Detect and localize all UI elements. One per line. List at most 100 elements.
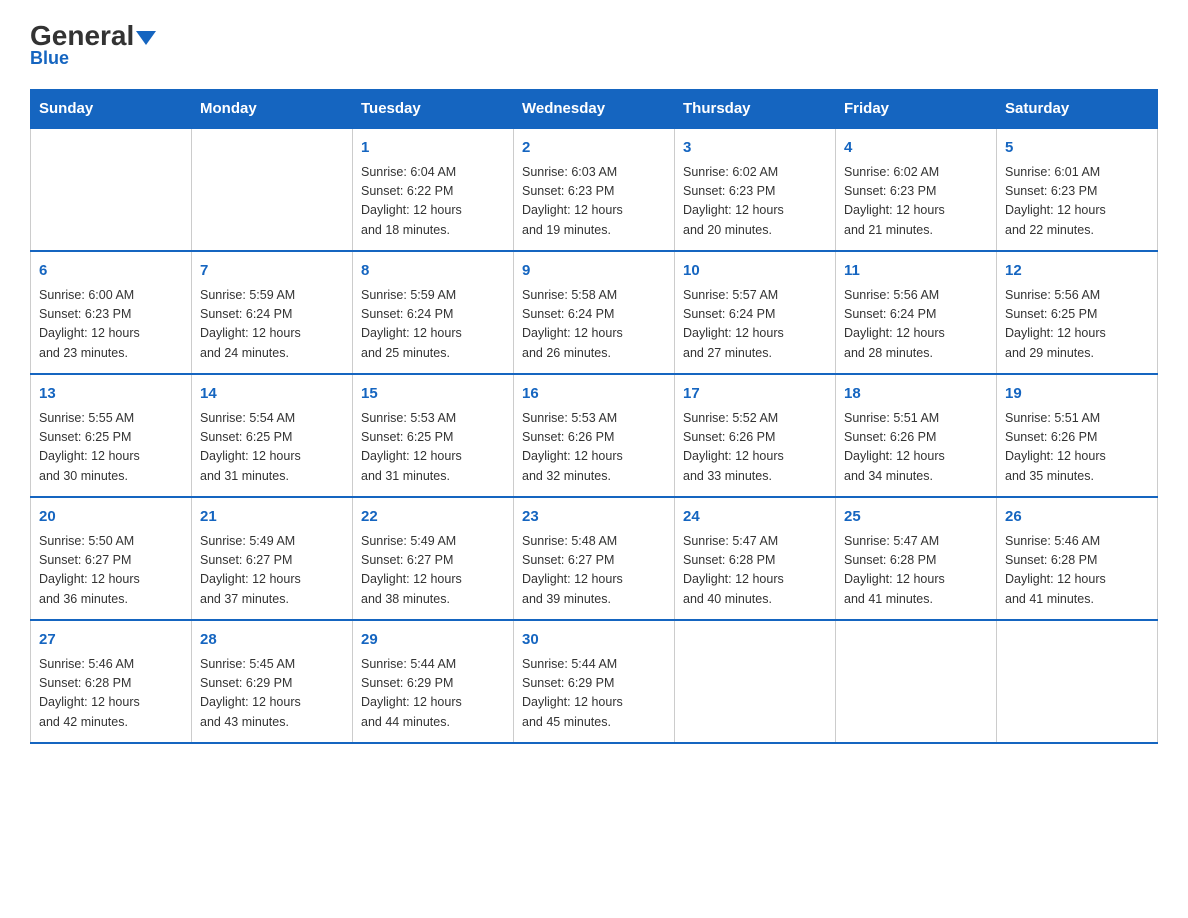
day-number: 16 xyxy=(522,383,666,406)
day-info: Sunrise: 5:46 AM Sunset: 6:28 PM Dayligh… xyxy=(1005,532,1149,610)
day-number: 19 xyxy=(1005,383,1149,406)
day-number: 21 xyxy=(200,506,344,529)
calendar-cell: 10 Sunrise: 5:57 AM Sunset: 6:24 PM Dayli… xyxy=(675,251,836,374)
day-info: Sunrise: 5:48 AM Sunset: 6:27 PM Dayligh… xyxy=(522,532,666,610)
calendar-cell: 16 Sunrise: 5:53 AM Sunset: 6:26 PM Dayli… xyxy=(514,374,675,497)
day-number: 24 xyxy=(683,506,827,529)
day-info: Sunrise: 5:46 AM Sunset: 6:28 PM Dayligh… xyxy=(39,655,183,733)
day-info: Sunrise: 5:47 AM Sunset: 6:28 PM Dayligh… xyxy=(683,532,827,610)
day-info: Sunrise: 6:02 AM Sunset: 6:23 PM Dayligh… xyxy=(683,163,827,241)
day-info: Sunrise: 5:56 AM Sunset: 6:25 PM Dayligh… xyxy=(1005,286,1149,364)
day-number: 6 xyxy=(39,260,183,283)
day-info: Sunrise: 5:59 AM Sunset: 6:24 PM Dayligh… xyxy=(361,286,505,364)
day-number: 12 xyxy=(1005,260,1149,283)
calendar-cell: 21 Sunrise: 5:49 AM Sunset: 6:27 PM Dayli… xyxy=(192,497,353,620)
day-info: Sunrise: 5:53 AM Sunset: 6:25 PM Dayligh… xyxy=(361,409,505,487)
day-number: 8 xyxy=(361,260,505,283)
calendar-cell: 2 Sunrise: 6:03 AM Sunset: 6:23 PM Daylig… xyxy=(514,128,675,251)
weekday-header-sunday: Sunday xyxy=(31,90,192,129)
day-info: Sunrise: 5:51 AM Sunset: 6:26 PM Dayligh… xyxy=(1005,409,1149,487)
day-number: 4 xyxy=(844,137,988,160)
day-number: 11 xyxy=(844,260,988,283)
day-number: 13 xyxy=(39,383,183,406)
calendar-cell: 15 Sunrise: 5:53 AM Sunset: 6:25 PM Dayli… xyxy=(353,374,514,497)
calendar-cell xyxy=(675,620,836,743)
calendar-cell xyxy=(836,620,997,743)
day-info: Sunrise: 5:47 AM Sunset: 6:28 PM Dayligh… xyxy=(844,532,988,610)
calendar-cell: 1 Sunrise: 6:04 AM Sunset: 6:22 PM Daylig… xyxy=(353,128,514,251)
day-number: 22 xyxy=(361,506,505,529)
calendar-week-row: 13 Sunrise: 5:55 AM Sunset: 6:25 PM Dayli… xyxy=(31,374,1158,497)
day-info: Sunrise: 5:51 AM Sunset: 6:26 PM Dayligh… xyxy=(844,409,988,487)
calendar-week-row: 27 Sunrise: 5:46 AM Sunset: 6:28 PM Dayli… xyxy=(31,620,1158,743)
day-info: Sunrise: 5:44 AM Sunset: 6:29 PM Dayligh… xyxy=(361,655,505,733)
day-number: 2 xyxy=(522,137,666,160)
day-info: Sunrise: 6:03 AM Sunset: 6:23 PM Dayligh… xyxy=(522,163,666,241)
calendar-week-row: 6Sunrise: 6:00 AM Sunset: 6:23 PM Daylig… xyxy=(31,251,1158,374)
day-number: 9 xyxy=(522,260,666,283)
calendar-cell: 6Sunrise: 6:00 AM Sunset: 6:23 PM Daylig… xyxy=(31,251,192,374)
day-info: Sunrise: 5:49 AM Sunset: 6:27 PM Dayligh… xyxy=(200,532,344,610)
calendar-cell: 12 Sunrise: 5:56 AM Sunset: 6:25 PM Dayli… xyxy=(997,251,1158,374)
day-info: Sunrise: 5:49 AM Sunset: 6:27 PM Dayligh… xyxy=(361,532,505,610)
calendar-cell: 27 Sunrise: 5:46 AM Sunset: 6:28 PM Dayli… xyxy=(31,620,192,743)
calendar-cell: 9 Sunrise: 5:58 AM Sunset: 6:24 PM Daylig… xyxy=(514,251,675,374)
day-number: 1 xyxy=(361,137,505,160)
day-info: Sunrise: 5:50 AM Sunset: 6:27 PM Dayligh… xyxy=(39,532,183,610)
logo: General Blue xyxy=(30,20,156,69)
day-info: Sunrise: 5:53 AM Sunset: 6:26 PM Dayligh… xyxy=(522,409,666,487)
calendar-cell: 28 Sunrise: 5:45 AM Sunset: 6:29 PM Dayli… xyxy=(192,620,353,743)
calendar-cell: 30 Sunrise: 5:44 AM Sunset: 6:29 PM Dayli… xyxy=(514,620,675,743)
day-number: 5 xyxy=(1005,137,1149,160)
calendar-cell: 13 Sunrise: 5:55 AM Sunset: 6:25 PM Dayli… xyxy=(31,374,192,497)
calendar-cell: 22 Sunrise: 5:49 AM Sunset: 6:27 PM Dayli… xyxy=(353,497,514,620)
day-number: 7 xyxy=(200,260,344,283)
calendar-cell xyxy=(997,620,1158,743)
day-number: 20 xyxy=(39,506,183,529)
day-info: Sunrise: 5:52 AM Sunset: 6:26 PM Dayligh… xyxy=(683,409,827,487)
day-info: Sunrise: 5:59 AM Sunset: 6:24 PM Dayligh… xyxy=(200,286,344,364)
day-number: 28 xyxy=(200,629,344,652)
day-info: Sunrise: 5:55 AM Sunset: 6:25 PM Dayligh… xyxy=(39,409,183,487)
logo-blue-text: Blue xyxy=(30,48,69,69)
day-number: 14 xyxy=(200,383,344,406)
weekday-header-wednesday: Wednesday xyxy=(514,90,675,129)
calendar-week-row: 1 Sunrise: 6:04 AM Sunset: 6:22 PM Daylig… xyxy=(31,128,1158,251)
calendar-cell: 11 Sunrise: 5:56 AM Sunset: 6:24 PM Dayli… xyxy=(836,251,997,374)
day-number: 3 xyxy=(683,137,827,160)
day-info: Sunrise: 5:56 AM Sunset: 6:24 PM Dayligh… xyxy=(844,286,988,364)
day-number: 25 xyxy=(844,506,988,529)
weekday-header-friday: Friday xyxy=(836,90,997,129)
calendar-cell: 24 Sunrise: 5:47 AM Sunset: 6:28 PM Dayli… xyxy=(675,497,836,620)
weekday-header-tuesday: Tuesday xyxy=(353,90,514,129)
calendar-cell: 19 Sunrise: 5:51 AM Sunset: 6:26 PM Dayli… xyxy=(997,374,1158,497)
day-info: Sunrise: 5:57 AM Sunset: 6:24 PM Dayligh… xyxy=(683,286,827,364)
day-info: Sunrise: 6:01 AM Sunset: 6:23 PM Dayligh… xyxy=(1005,163,1149,241)
calendar-cell xyxy=(31,128,192,251)
day-number: 26 xyxy=(1005,506,1149,529)
calendar-cell: 18 Sunrise: 5:51 AM Sunset: 6:26 PM Dayli… xyxy=(836,374,997,497)
weekday-header-thursday: Thursday xyxy=(675,90,836,129)
day-info: Sunrise: 5:54 AM Sunset: 6:25 PM Dayligh… xyxy=(200,409,344,487)
day-number: 17 xyxy=(683,383,827,406)
calendar-cell: 4Sunrise: 6:02 AM Sunset: 6:23 PM Daylig… xyxy=(836,128,997,251)
calendar-cell: 20 Sunrise: 5:50 AM Sunset: 6:27 PM Dayli… xyxy=(31,497,192,620)
calendar-cell: 3 Sunrise: 6:02 AM Sunset: 6:23 PM Daylig… xyxy=(675,128,836,251)
calendar-cell: 25 Sunrise: 5:47 AM Sunset: 6:28 PM Dayli… xyxy=(836,497,997,620)
day-number: 18 xyxy=(844,383,988,406)
logo-triangle-icon xyxy=(136,31,156,45)
day-info: Sunrise: 5:44 AM Sunset: 6:29 PM Dayligh… xyxy=(522,655,666,733)
day-number: 15 xyxy=(361,383,505,406)
day-number: 27 xyxy=(39,629,183,652)
calendar-cell: 29Sunrise: 5:44 AM Sunset: 6:29 PM Dayli… xyxy=(353,620,514,743)
day-info: Sunrise: 5:58 AM Sunset: 6:24 PM Dayligh… xyxy=(522,286,666,364)
calendar-cell: 8 Sunrise: 5:59 AM Sunset: 6:24 PM Daylig… xyxy=(353,251,514,374)
calendar-cell: 14 Sunrise: 5:54 AM Sunset: 6:25 PM Dayli… xyxy=(192,374,353,497)
calendar-header-row: SundayMondayTuesdayWednesdayThursdayFrid… xyxy=(31,90,1158,129)
day-info: Sunrise: 5:45 AM Sunset: 6:29 PM Dayligh… xyxy=(200,655,344,733)
day-number: 30 xyxy=(522,629,666,652)
day-number: 10 xyxy=(683,260,827,283)
calendar-cell: 17 Sunrise: 5:52 AM Sunset: 6:26 PM Dayli… xyxy=(675,374,836,497)
calendar-week-row: 20 Sunrise: 5:50 AM Sunset: 6:27 PM Dayli… xyxy=(31,497,1158,620)
day-info: Sunrise: 6:04 AM Sunset: 6:22 PM Dayligh… xyxy=(361,163,505,241)
